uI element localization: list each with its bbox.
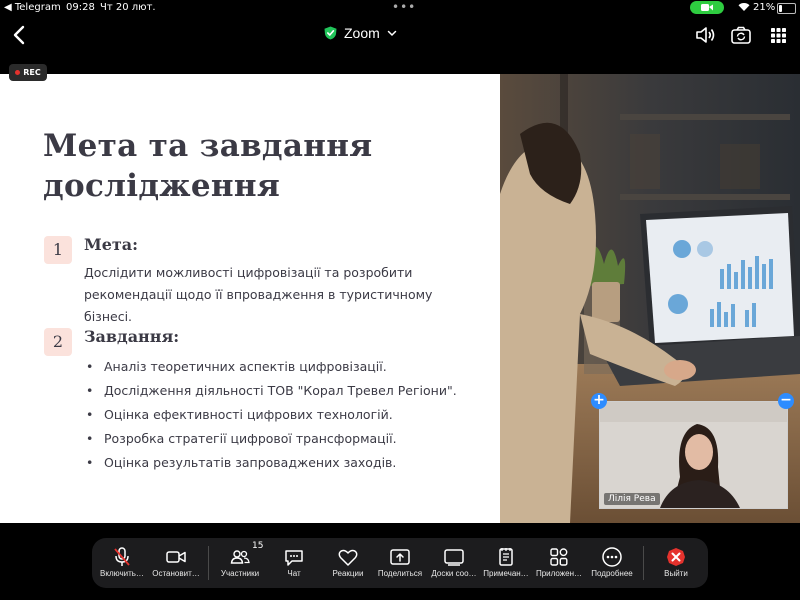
slide-title: Мета та завдання дослідження — [43, 126, 403, 206]
speaker-button[interactable] — [692, 22, 718, 48]
stop-video-label: Остановит… — [152, 569, 200, 578]
toolbar-divider — [643, 546, 644, 580]
stop-video-button[interactable]: Остановит… — [150, 538, 202, 588]
multitask-dots-icon[interactable]: ••• — [392, 0, 416, 14]
camera-indicator-icon — [690, 1, 724, 14]
battery-percent: 21% — [753, 2, 776, 13]
share-screen-icon — [390, 549, 410, 565]
bullet-marker: • — [86, 359, 94, 374]
apps-icon — [550, 548, 568, 566]
whiteboard-icon — [444, 549, 464, 566]
notes-button[interactable]: Примечан… — [480, 538, 532, 588]
notes-label: Примечан… — [483, 569, 529, 578]
more-label: Подробнее — [591, 569, 633, 578]
unmute-button[interactable]: Включить… — [96, 538, 148, 588]
task-text: Оцінка ефективності цифрових технологій. — [104, 407, 393, 422]
bullet-marker: • — [86, 455, 94, 470]
switch-camera-icon — [731, 26, 751, 44]
meeting-toolbar: Включить… Остановит… 15 Участники Чат Ре… — [92, 538, 708, 588]
grid-icon — [771, 28, 786, 43]
task-list-item: • Оцінка результатів запроваджених заході… — [86, 455, 396, 470]
participants-icon — [230, 550, 250, 564]
goal-text: Дослідити можливості цифровізації та роз… — [84, 262, 484, 328]
share-label: Поделиться — [377, 569, 423, 578]
status-bar: ◀ Telegram 09:28 Чт 20 лют. ••• 21% — [0, 0, 800, 16]
meeting-title-dropdown[interactable]: Zoom — [324, 25, 397, 41]
reactions-label: Реакции — [332, 569, 364, 578]
chat-label: Чат — [287, 569, 301, 578]
more-icon — [602, 547, 622, 567]
video-camera-icon — [166, 551, 186, 563]
unmute-label: Включить… — [100, 569, 144, 578]
task-text: Дослідження діяльності ТОВ "Корал Тревел… — [104, 383, 457, 398]
back-to-app-link[interactable]: ◀ Telegram — [4, 2, 61, 13]
microphone-muted-icon — [114, 547, 130, 566]
chevron-left-icon — [13, 25, 25, 45]
task-list-item: • Оцінка ефективності цифрових технологій… — [86, 407, 393, 422]
gallery-view-button[interactable] — [765, 22, 791, 48]
speaker-icon — [696, 27, 715, 43]
task-text: Розробка стратегії цифрової трансформаці… — [104, 431, 397, 446]
participants-count: 15 — [252, 541, 264, 551]
back-button[interactable] — [8, 22, 32, 48]
participant-video-tile[interactable]: Лілія Рева — [599, 401, 788, 509]
meeting-title: Zoom — [344, 25, 380, 41]
section-number: 2 — [44, 328, 72, 356]
section-number: 1 — [44, 236, 72, 264]
section-heading: Завдання: — [84, 327, 180, 346]
task-list-item: • Аналіз теоретичних аспектів цифровізаці… — [86, 359, 387, 374]
task-list-item: • Дослідження діяльності ТОВ "Корал Треве… — [86, 383, 457, 398]
participant-name: Лілія Рева — [604, 493, 660, 505]
status-date: Чт 20 лют. — [100, 2, 156, 13]
whiteboards-label: Доски соо… — [431, 569, 477, 578]
task-text: Аналіз теоретичних аспектів цифровізації… — [104, 359, 387, 374]
leave-button[interactable]: Выйти — [650, 538, 702, 588]
minimize-icon[interactable]: − — [778, 393, 794, 409]
whiteboards-button[interactable]: Доски соо… — [428, 538, 480, 588]
chat-button[interactable]: Чат — [268, 538, 320, 588]
task-list-item: • Розробка стратегії цифрової трансформац… — [86, 431, 397, 446]
section-heading: Мета: — [84, 235, 139, 254]
participants-button[interactable]: 15 Участники — [214, 538, 266, 588]
bullet-marker: • — [86, 431, 94, 446]
recording-indicator: REC — [9, 64, 47, 81]
leave-icon — [667, 548, 685, 566]
add-icon[interactable]: + — [591, 393, 607, 409]
goal-text-line: Дослідити можливості цифровізації та роз… — [84, 265, 413, 280]
battery-fill — [779, 5, 782, 12]
switch-camera-button[interactable] — [728, 22, 754, 48]
bullet-marker: • — [86, 383, 94, 398]
recording-label: REC — [23, 68, 41, 77]
apps-label: Приложен… — [535, 569, 582, 578]
battery-icon — [777, 3, 796, 14]
bullet-marker: • — [86, 407, 94, 422]
participants-label: Участники — [220, 569, 260, 578]
record-dot-icon — [15, 70, 21, 75]
status-time: 09:28 — [66, 2, 95, 13]
heart-icon — [338, 549, 358, 566]
top-navigation: Zoom — [0, 16, 800, 56]
share-button[interactable]: Поделиться — [374, 538, 426, 588]
toolbar-divider — [208, 546, 209, 580]
task-text: Оцінка результатів запроваджених заходів… — [104, 455, 397, 470]
notes-icon — [499, 548, 513, 566]
apps-button[interactable]: Приложен… — [533, 538, 585, 588]
chevron-down-icon — [387, 30, 397, 36]
leave-label: Выйти — [664, 569, 688, 578]
slide-title-line: Мета та завдання — [43, 128, 373, 164]
goal-text-line: рекомендації щодо її впровадження в тури… — [84, 287, 433, 324]
more-button[interactable]: Подробнее — [586, 538, 638, 588]
wifi-icon — [738, 2, 750, 15]
reactions-button[interactable]: Реакции — [322, 538, 374, 588]
shield-check-icon — [324, 26, 337, 40]
slide-title-line: дослідження — [43, 168, 281, 204]
chat-icon — [285, 550, 303, 566]
